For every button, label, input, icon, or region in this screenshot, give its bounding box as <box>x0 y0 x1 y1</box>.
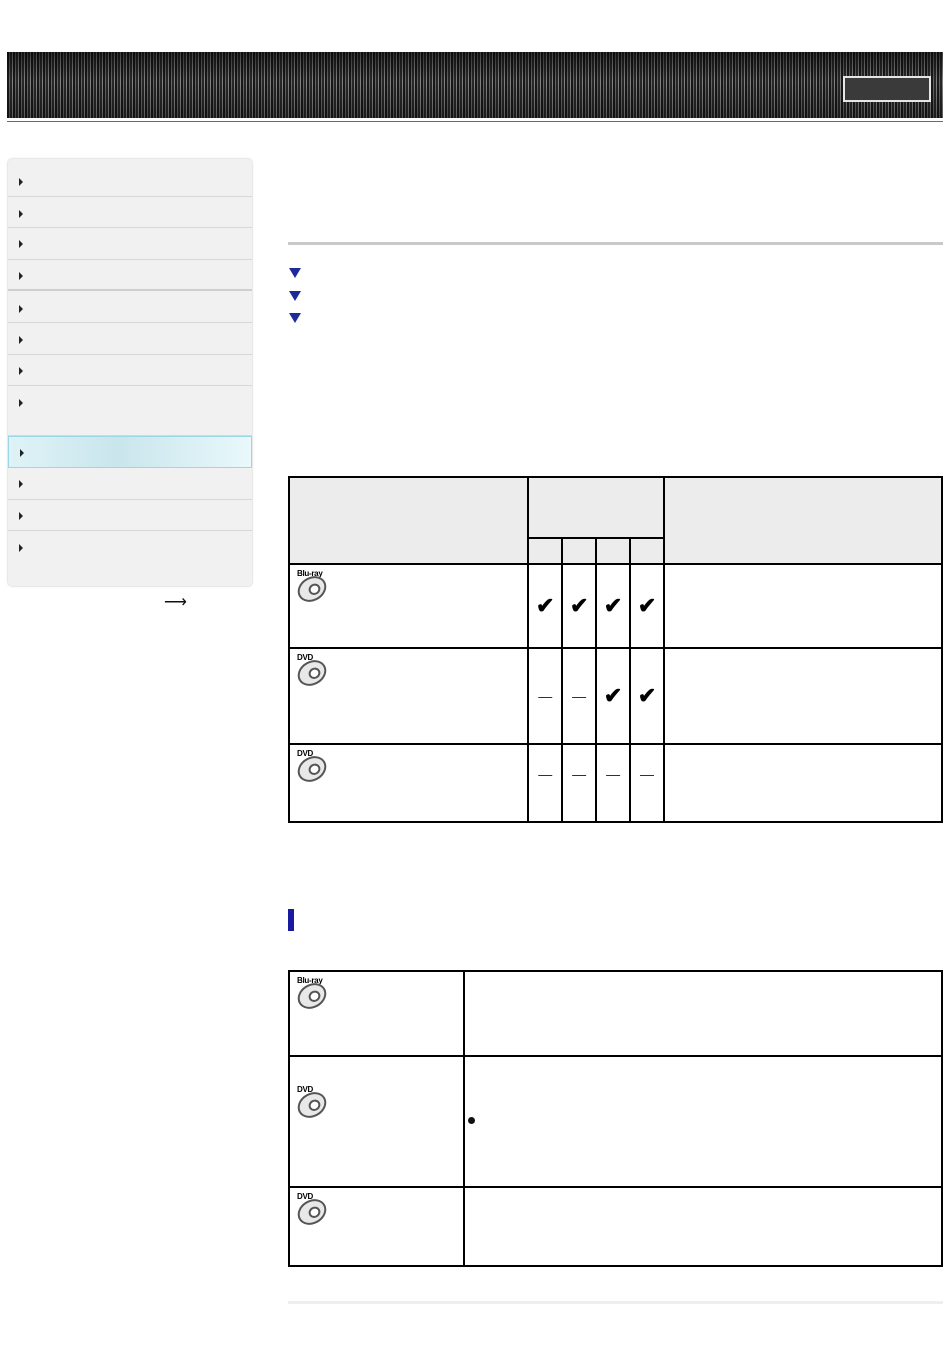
header-divider <box>7 121 943 122</box>
triangle-right-icon <box>19 336 23 344</box>
footer-divider <box>288 1301 943 1304</box>
triangle-right-icon <box>19 240 23 248</box>
mark-cell: ✔ <box>595 563 632 649</box>
dash-icon: — <box>606 766 621 782</box>
notes-cell <box>462 1186 944 1267</box>
bluray-disc-icon: Blu-ray <box>293 569 332 609</box>
mark-cell: ✔ <box>527 563 564 649</box>
checkmark-icon: ✔ <box>536 593 555 618</box>
disc-cell: DVD <box>288 1055 465 1188</box>
bluray-disc-icon: Blu-ray <box>293 976 332 1016</box>
triangle-right-icon <box>19 305 23 313</box>
sidebar-item-6[interactable] <box>8 323 252 355</box>
triangle-right-icon <box>19 367 23 375</box>
sidebar-item-9-active[interactable] <box>8 436 252 468</box>
dash-icon: — <box>538 766 553 782</box>
checkmark-icon: ✔ <box>637 593 657 618</box>
table-subheader-cell <box>629 537 665 565</box>
sidebar-item-8[interactable] <box>8 386 252 436</box>
right-arrow-icon[interactable]: ⟶ <box>164 595 187 611</box>
sidebar-item-2[interactable] <box>8 197 252 228</box>
table-row: DVD <box>288 1186 944 1267</box>
mark-cell: ✔ <box>629 563 665 649</box>
sidebar-item-12[interactable] <box>8 531 252 586</box>
triangle-right-icon <box>19 512 23 520</box>
table-row: Blu-ray <box>288 970 944 1057</box>
dash-icon: — <box>572 688 587 704</box>
sidebar-item-5[interactable] <box>8 292 252 323</box>
bullet-icon <box>468 1117 475 1124</box>
mark-cell: — <box>527 743 564 823</box>
sidebar-item-3[interactable] <box>8 228 252 260</box>
dash-icon: — <box>640 766 655 782</box>
triangle-right-icon <box>19 210 23 218</box>
sidebar-item-1[interactable] <box>8 165 252 197</box>
mark-cell: — <box>527 647 564 745</box>
disc-cell: Blu-ray <box>287 563 530 649</box>
table-header-cell <box>663 476 943 565</box>
mark-cell: ✔ <box>629 647 665 745</box>
table-header-cell <box>527 476 665 539</box>
description-cell <box>663 563 943 649</box>
table-row: DVD — — — — <box>287 743 943 823</box>
jump-link-2[interactable] <box>289 291 301 301</box>
jump-link-3[interactable] <box>289 313 301 323</box>
disc-cell: DVD <box>287 743 530 823</box>
table-header-cell <box>287 476 530 565</box>
triangle-right-icon <box>19 544 23 552</box>
description-cell <box>663 743 943 823</box>
disc-cell: DVD <box>288 1186 465 1267</box>
header-banner <box>7 52 943 118</box>
checkmark-icon: ✔ <box>603 683 623 708</box>
table-row: DVD — — ✔ ✔ <box>287 647 943 745</box>
notes-cell <box>462 970 944 1057</box>
table-row: DVD <box>288 1055 944 1188</box>
mark-cell: ✔ <box>561 563 598 649</box>
dvd-disc-icon: DVD <box>293 1085 332 1125</box>
mark-cell: — <box>595 743 632 823</box>
notes-cell <box>462 1055 944 1188</box>
triangle-right-icon <box>19 272 23 280</box>
header-button[interactable] <box>843 76 931 102</box>
triangle-right-icon <box>20 449 24 457</box>
mark-cell: — <box>629 743 665 823</box>
description-cell <box>663 647 943 745</box>
section-heading-marker <box>288 909 294 931</box>
disc-cell: DVD <box>287 647 530 745</box>
dvd-disc-icon: DVD <box>293 1192 332 1232</box>
title-divider <box>288 242 943 245</box>
compatibility-table: Blu-ray ✔ ✔ ✔ ✔ DVD — — ✔ ✔ DVD — — — — <box>287 476 943 823</box>
table-subheader-cell <box>527 537 564 565</box>
disc-cell: Blu-ray <box>288 970 465 1057</box>
checkmark-icon: ✔ <box>637 683 657 708</box>
sidebar-nav <box>8 159 252 586</box>
mark-cell: ✔ <box>595 647 632 745</box>
table-subheader-cell <box>595 537 632 565</box>
triangle-right-icon <box>19 480 23 488</box>
disc-notes-table: Blu-ray DVD DVD <box>288 970 944 1267</box>
jump-link-1[interactable] <box>289 268 301 278</box>
dash-icon: — <box>538 688 553 704</box>
sidebar-item-7[interactable] <box>8 355 252 386</box>
checkmark-icon: ✔ <box>603 593 623 618</box>
sidebar-item-4[interactable] <box>8 260 252 291</box>
dvd-disc-icon: DVD <box>293 653 332 693</box>
triangle-right-icon <box>19 178 23 186</box>
table-subheader-cell <box>561 537 598 565</box>
mark-cell: — <box>561 647 598 745</box>
mark-cell: — <box>561 743 598 823</box>
triangle-right-icon <box>19 399 23 407</box>
checkmark-icon: ✔ <box>569 593 589 618</box>
table-row: Blu-ray ✔ ✔ ✔ ✔ <box>287 563 943 649</box>
sidebar-item-10[interactable] <box>8 468 252 500</box>
dvd-disc-icon: DVD <box>293 749 332 789</box>
dash-icon: — <box>572 766 587 782</box>
sidebar-item-11[interactable] <box>8 500 252 531</box>
